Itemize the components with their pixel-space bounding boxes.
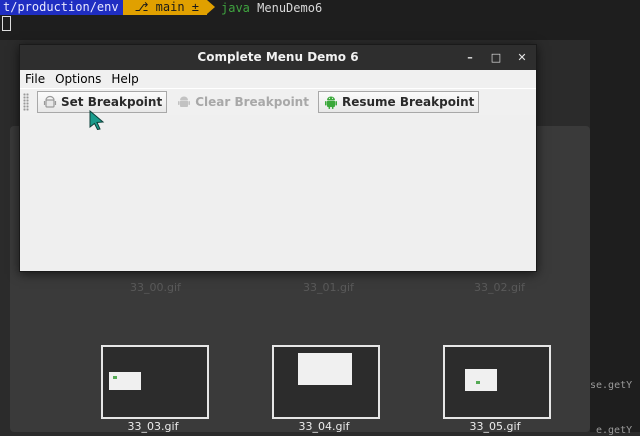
minimize-button[interactable]: – [464, 45, 476, 70]
menu-help[interactable]: Help [111, 70, 138, 88]
toolbar-grip[interactable] [23, 93, 29, 111]
thumbnail-label: 33_02.gif [474, 281, 525, 294]
terminal-prompt: t/production/env ⎇ main ± java MenuDemo6 [0, 0, 322, 15]
command-argument: MenuDemo6 [257, 0, 323, 15]
close-button[interactable]: ✕ [516, 45, 528, 70]
thumbnail[interactable] [443, 345, 551, 419]
prompt-branch: ⎇ main ± [122, 0, 216, 15]
thumbnail[interactable] [272, 345, 380, 419]
clear-breakpoint-label: Clear Breakpoint [195, 95, 309, 109]
code-panel: se.getY e.getY [590, 40, 640, 436]
code-line: e.getY [596, 425, 633, 436]
title-bar[interactable]: Complete Menu Demo 6 – □ ✕ [20, 45, 536, 70]
window-controls: – □ ✕ [464, 45, 528, 70]
thumbnail-label: 33_01.gif [303, 281, 354, 294]
thumbnail-label: 33_05.gif [469, 420, 521, 433]
terminal-cursor [2, 16, 11, 31]
menu-file[interactable]: File [25, 70, 45, 88]
mouse-pointer-icon [89, 110, 105, 130]
android-icon [178, 96, 191, 107]
terminal: t/production/env ⎇ main ± java MenuDemo6 [0, 0, 640, 40]
thumbnail-label: 33_00.gif [130, 281, 181, 294]
resume-breakpoint-button[interactable]: Resume Breakpoint [317, 91, 480, 113]
clear-breakpoint-button[interactable]: Clear Breakpoint [171, 91, 314, 113]
app-window: Complete Menu Demo 6 – □ ✕ File Options … [19, 44, 537, 272]
window-title: Complete Menu Demo 6 [197, 50, 359, 64]
command-keyword: java [221, 0, 250, 15]
set-breakpoint-label: Set Breakpoint [61, 95, 163, 109]
code-line: se.getY [590, 380, 633, 391]
android-icon [43, 95, 57, 108]
menu-options[interactable]: Options [55, 70, 101, 88]
content-area [20, 115, 536, 271]
prompt-path: t/production/env [0, 0, 131, 15]
thumbnail-label: 33_04.gif [298, 420, 350, 433]
thumbnail[interactable] [101, 345, 209, 419]
resume-breakpoint-label: Resume Breakpoint [341, 95, 475, 109]
terminal-command: java MenuDemo6 [207, 1, 322, 15]
menu-bar: File Options Help [20, 70, 536, 88]
android-icon [324, 96, 337, 109]
thumbnail-label: 33_03.gif [127, 420, 179, 433]
maximize-button[interactable]: □ [490, 45, 502, 70]
